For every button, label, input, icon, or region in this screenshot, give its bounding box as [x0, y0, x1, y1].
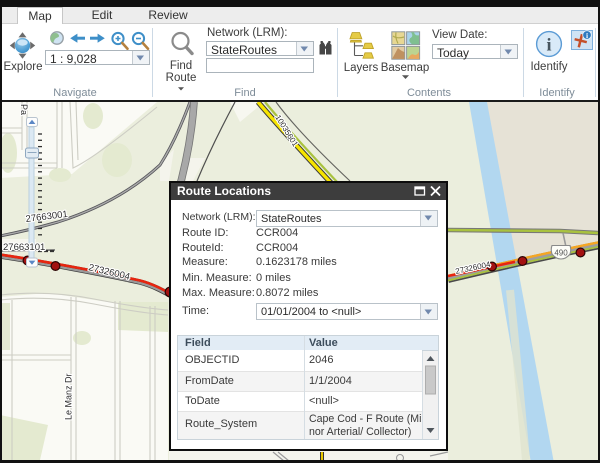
- svg-text:490: 490: [554, 249, 568, 258]
- svg-text:Pa: Pa: [19, 104, 29, 115]
- svg-text:Le Manz Dr: Le Manz Dr: [64, 373, 74, 420]
- svg-text:27663101: 27663101: [3, 242, 45, 253]
